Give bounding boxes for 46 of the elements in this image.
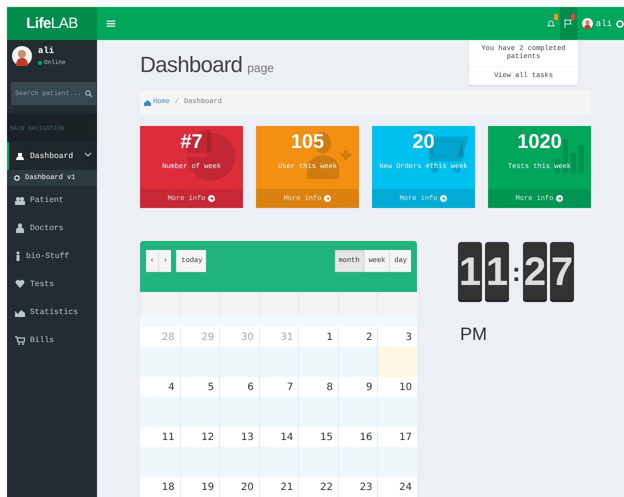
avatar-icon: [12, 46, 32, 66]
status-dot: [38, 60, 42, 64]
stat-value: 105: [290, 131, 324, 155]
nav-item[interactable]: Patient: [7, 186, 97, 214]
flag-icon: [564, 19, 572, 28]
nav-item[interactable]: Bills: [7, 326, 97, 354]
page-subtitle: page: [247, 61, 274, 75]
heart-icon: [15, 279, 25, 289]
cart-icon: [15, 336, 25, 344]
chevron-down-icon: [85, 152, 91, 158]
tasks-button[interactable]: [560, 7, 577, 40]
clock-separator: :: [512, 256, 520, 288]
avatar-icon: [582, 18, 593, 29]
clock-digit: 7: [550, 242, 574, 302]
nav-item[interactable]: Doctors: [7, 214, 97, 242]
dashboard-icon: [15, 152, 25, 160]
notification-badge: [554, 14, 558, 20]
nav-item[interactable]: Dashboard: [7, 142, 97, 170]
arrow-circle-icon: [556, 195, 564, 202]
home-icon: [144, 98, 151, 106]
clock-meridiem: PM: [460, 324, 488, 345]
search-icon: [85, 90, 92, 97]
clock-digit: 2: [523, 242, 547, 302]
area-chart-icon: [15, 308, 25, 316]
arrow-circle-icon: [324, 195, 332, 202]
nav-item[interactable]: Statistics: [7, 298, 97, 326]
person-icon: [15, 251, 21, 261]
tasks-badge: [570, 14, 575, 20]
nav-item[interactable]: Tests: [7, 270, 97, 298]
page-title: Dashboard: [140, 52, 242, 78]
stat-value: #7: [180, 131, 203, 155]
users-icon: [15, 196, 25, 204]
stat-value: 20: [412, 131, 435, 155]
circle-icon: [14, 175, 20, 181]
app-logo[interactable]: LifeLAB: [7, 7, 97, 40]
user-name: ali: [38, 46, 56, 56]
search-button[interactable]: [83, 82, 96, 105]
arrow-circle-icon: [208, 195, 216, 202]
settings-icon: [616, 20, 624, 28]
arrow-circle-icon: [440, 195, 448, 202]
clock-digit: 1: [458, 242, 482, 302]
stat-value: 1020: [517, 131, 562, 155]
bell-icon: [547, 19, 556, 28]
doctor-icon: [15, 223, 25, 233]
clock-digit: 1: [485, 242, 509, 302]
nav-item[interactable]: bio-Stuff: [7, 242, 97, 270]
